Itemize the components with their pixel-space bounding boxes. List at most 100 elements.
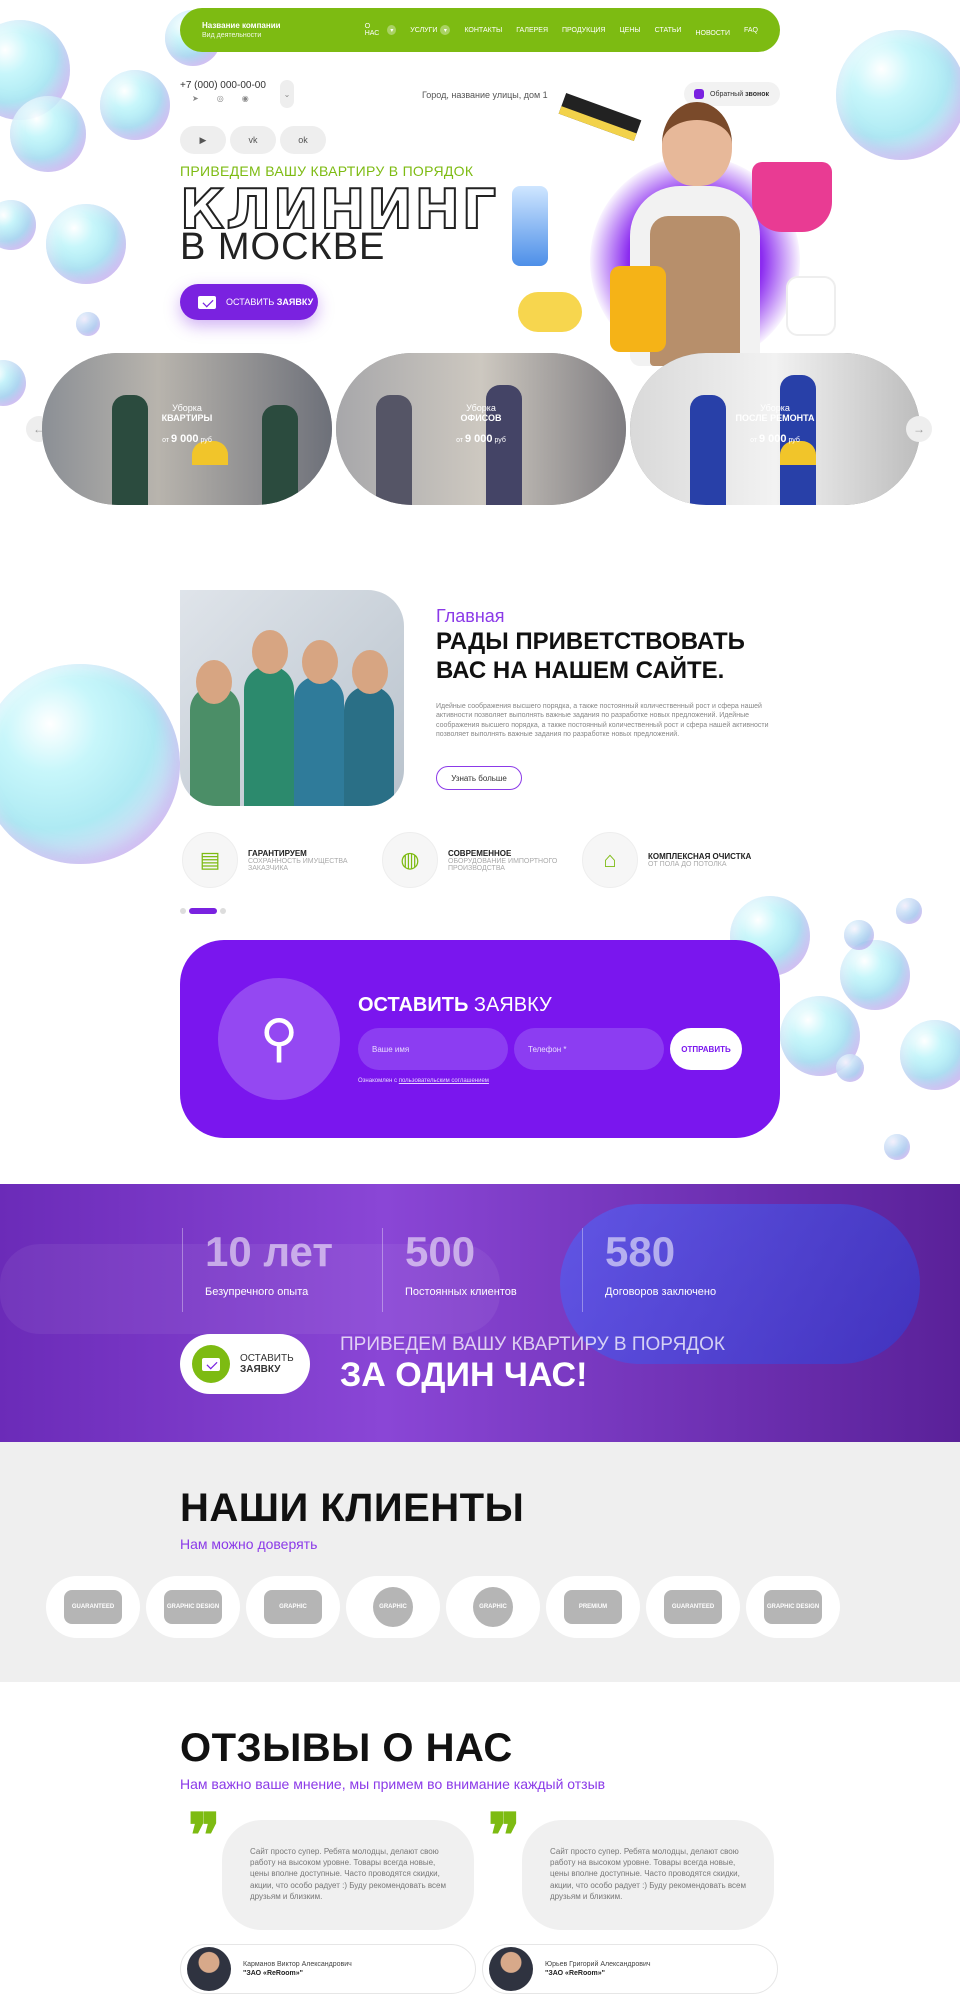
nav-item-articles[interactable]: Статьи xyxy=(655,27,682,34)
bubble-decoration xyxy=(46,204,126,284)
nav-item-prices[interactable]: Цены xyxy=(619,27,640,34)
service-name: офисов xyxy=(460,413,502,423)
service-name: после ремонта xyxy=(735,413,815,423)
badge-logo: Guaranteed xyxy=(64,1590,122,1624)
band-title: за один час! xyxy=(340,1356,588,1394)
person-figure xyxy=(344,686,394,806)
service-caption: Уборка квартиры от 9 000 руб xyxy=(42,403,332,445)
spray-bottle-image xyxy=(786,276,836,336)
nav-item-products[interactable]: Продукция xyxy=(562,27,605,34)
arrow-right-icon: → xyxy=(913,422,925,436)
agreement-link[interactable]: пользовательским соглашением xyxy=(399,1078,489,1084)
chevron-down-icon: ⌄ xyxy=(283,89,291,99)
person-figure xyxy=(294,676,344,806)
client-logo[interactable]: Guaranteed xyxy=(46,1576,140,1638)
brand[interactable]: Название компании Вид деятельности xyxy=(202,21,351,39)
slider-next-button[interactable]: → xyxy=(906,416,932,442)
client-logo[interactable]: Graphic xyxy=(446,1576,540,1638)
client-logo[interactable]: Graphic xyxy=(246,1576,340,1638)
request-form: ⚲ ОСТАВИТЬ ЗАЯВКУ Ваше имя Телефон * ОТП… xyxy=(180,940,780,1138)
nav-item-contacts[interactable]: Контакты xyxy=(464,27,502,34)
phone-dropdown-toggle[interactable]: ⌄ xyxy=(280,80,294,108)
learn-more-button[interactable]: Узнать больше xyxy=(436,766,522,790)
person-face xyxy=(196,660,232,704)
bubble-decoration xyxy=(840,940,910,1010)
reviews-title: Отзывы о нас xyxy=(180,1726,513,1770)
nav-item-services[interactable]: Услуги ▾ xyxy=(410,25,451,35)
stat-item: 500 Постоянных клиентов xyxy=(382,1228,517,1312)
client-logo[interactable]: Graphic Design xyxy=(746,1576,840,1638)
team-photo xyxy=(180,590,404,806)
hero-illustration xyxy=(500,92,880,376)
nav-item-gallery[interactable]: Галерея xyxy=(516,27,548,34)
author-company: "ЗАО «ReRoom»" xyxy=(545,1970,605,1977)
badge-logo: Guaranteed xyxy=(664,1590,722,1624)
service-caption: Уборка офисов от 9 000 руб xyxy=(336,403,626,445)
stat-value: 10 лет xyxy=(205,1228,333,1275)
person-face xyxy=(302,640,338,684)
phone-number[interactable]: +7 (000) 000-00-00 xyxy=(180,80,266,91)
clients-subtitle: Нам можно доверять xyxy=(180,1536,318,1552)
slider-dot[interactable] xyxy=(180,908,186,914)
messenger-icons: ➤ ◎ ◉ xyxy=(192,94,249,103)
bubble-decoration xyxy=(0,664,180,864)
bubble-decoration xyxy=(884,1134,910,1160)
bubble-decoration xyxy=(0,360,26,406)
service-card-office[interactable]: Уборка офисов от 9 000 руб xyxy=(336,353,626,505)
odnoklassniki-icon[interactable]: ok xyxy=(280,126,326,154)
vk-icon[interactable]: vk xyxy=(230,126,276,154)
review-card: Сайт просто супер. Ребята молодцы, делаю… xyxy=(222,1820,474,1930)
main-nav: О нас ▾ Услуги ▾ Контакты Галерея Продукци… xyxy=(365,23,758,37)
company-activity: Вид деятельности xyxy=(202,32,262,39)
agreement-note: Ознакомлен с пользовательским соглашение… xyxy=(358,1078,489,1084)
hero-button-label: ОСТАВИТЬ ЗАЯВКУ xyxy=(226,297,314,307)
review-text: Сайт просто супер. Ребята молодцы, делаю… xyxy=(250,1847,446,1901)
nav-item-faq[interactable]: FAQ xyxy=(744,27,758,34)
youtube-icon[interactable]: ▶ xyxy=(180,126,226,154)
header-bar: Название компании Вид деятельности О нас… xyxy=(180,8,780,52)
viber-icon[interactable]: ◉ xyxy=(242,94,249,103)
detergent-jug-image xyxy=(610,266,666,352)
send-button[interactable]: ОТПРАВИТЬ xyxy=(670,1028,742,1070)
service-type: Уборка xyxy=(172,403,202,413)
service-card-after-repair[interactable]: Уборка после ремонта от 9 000 руб xyxy=(630,353,920,505)
nav-item-news[interactable]: Новости xyxy=(695,30,730,37)
quote-icon: ❞ xyxy=(488,1801,521,1871)
nav-item-about[interactable]: О нас ▾ xyxy=(365,23,397,37)
service-type: Уборка xyxy=(760,403,790,413)
stat-value: 580 xyxy=(605,1228,676,1275)
telegram-icon[interactable]: ➤ xyxy=(192,94,199,103)
author-name: Юрьев Григорий Александрович xyxy=(545,1961,651,1968)
slider-dots xyxy=(180,908,226,914)
person-figure xyxy=(244,666,294,806)
client-logo[interactable]: Guaranteed xyxy=(646,1576,740,1638)
nav-label: Услуги xyxy=(410,26,438,34)
person-figure xyxy=(190,686,240,806)
badge-logo: Graphic xyxy=(264,1590,322,1624)
badge-logo: Graphic xyxy=(373,1587,413,1627)
slider-dot-active[interactable] xyxy=(189,908,217,914)
slider-dot[interactable] xyxy=(220,908,226,914)
stat-label: Договоров заключено xyxy=(605,1286,717,1298)
bubble-decoration xyxy=(76,312,100,336)
house-icon: ⌂ xyxy=(582,832,638,888)
name-input[interactable]: Ваше имя xyxy=(358,1028,508,1070)
phone-input[interactable]: Телефон * xyxy=(514,1028,664,1070)
client-logo[interactable]: Graphic Design xyxy=(146,1576,240,1638)
service-card-apartment[interactable]: Уборка квартиры от 9 000 руб xyxy=(42,353,332,505)
client-logo[interactable]: Premium xyxy=(546,1576,640,1638)
chevron-down-icon: ▾ xyxy=(387,25,397,35)
hero-request-button[interactable]: ОСТАВИТЬ ЗАЯВКУ xyxy=(180,284,318,320)
reviews-subtitle: Нам важно ваше мнение, мы примем во вним… xyxy=(180,1776,606,1792)
feature-title: Гарантируем xyxy=(248,848,307,858)
feature-text: сохранность имущества заказчика xyxy=(248,857,348,872)
band-request-button[interactable]: ОСТАВИТЬ ЗАЯВКУ xyxy=(180,1334,310,1394)
request-form-title: ОСТАВИТЬ ЗАЯВКУ xyxy=(358,994,552,1016)
author-name: Карманов Виктор Александрович xyxy=(243,1961,352,1968)
client-logo[interactable]: Graphic xyxy=(346,1576,440,1638)
chevron-down-icon: ▾ xyxy=(440,25,451,35)
feature-item: ⌂ Комплексная очистка от пола до потолка xyxy=(582,832,758,888)
about-text: Идейные соображения высшего порядка, а т… xyxy=(436,703,769,739)
band-button-label: ОСТАВИТЬ ЗАЯВКУ xyxy=(240,1352,294,1376)
whatsapp-icon[interactable]: ◎ xyxy=(217,94,224,103)
